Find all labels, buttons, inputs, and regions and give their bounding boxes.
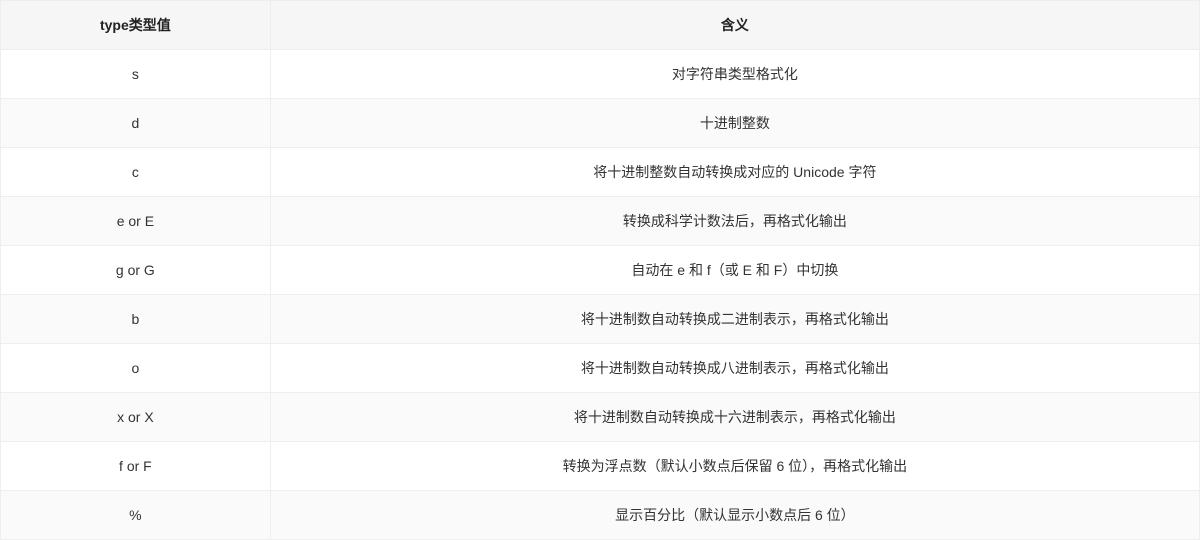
cell-meaning: 对字符串类型格式化 [270,50,1199,99]
table-row: s 对字符串类型格式化 [1,50,1200,99]
cell-type: o [1,344,271,393]
cell-type: f or F [1,442,271,491]
cell-meaning: 将十进制数自动转换成十六进制表示，再格式化输出 [270,393,1199,442]
table-row: c 将十进制整数自动转换成对应的 Unicode 字符 [1,148,1200,197]
cell-type: s [1,50,271,99]
table-row: e or E 转换成科学计数法后，再格式化输出 [1,197,1200,246]
table-row: x or X 将十进制数自动转换成十六进制表示，再格式化输出 [1,393,1200,442]
cell-meaning: 将十进制数自动转换成二进制表示，再格式化输出 [270,295,1199,344]
table-row: b 将十进制数自动转换成二进制表示，再格式化输出 [1,295,1200,344]
cell-type: % [1,491,271,540]
cell-meaning: 将十进制整数自动转换成对应的 Unicode 字符 [270,148,1199,197]
table-row: o 将十进制数自动转换成八进制表示，再格式化输出 [1,344,1200,393]
cell-meaning: 转换成科学计数法后，再格式化输出 [270,197,1199,246]
table-row: d 十进制整数 [1,99,1200,148]
cell-meaning: 转换为浮点数（默认小数点后保留 6 位），再格式化输出 [270,442,1199,491]
format-type-table: type类型值 含义 s 对字符串类型格式化 d 十进制整数 c 将十进制整数自… [0,0,1200,540]
cell-type: d [1,99,271,148]
table-row: g or G 自动在 e 和 f（或 E 和 F）中切换 [1,246,1200,295]
table-row: f or F 转换为浮点数（默认小数点后保留 6 位），再格式化输出 [1,442,1200,491]
table-row: % 显示百分比（默认显示小数点后 6 位） [1,491,1200,540]
cell-type: g or G [1,246,271,295]
table-header-meaning: 含义 [270,1,1199,50]
table-header-type: type类型值 [1,1,271,50]
table-header-row: type类型值 含义 [1,1,1200,50]
cell-meaning: 显示百分比（默认显示小数点后 6 位） [270,491,1199,540]
cell-meaning: 自动在 e 和 f（或 E 和 F）中切换 [270,246,1199,295]
cell-type: b [1,295,271,344]
cell-type: c [1,148,271,197]
cell-meaning: 将十进制数自动转换成八进制表示，再格式化输出 [270,344,1199,393]
cell-meaning: 十进制整数 [270,99,1199,148]
cell-type: e or E [1,197,271,246]
cell-type: x or X [1,393,271,442]
